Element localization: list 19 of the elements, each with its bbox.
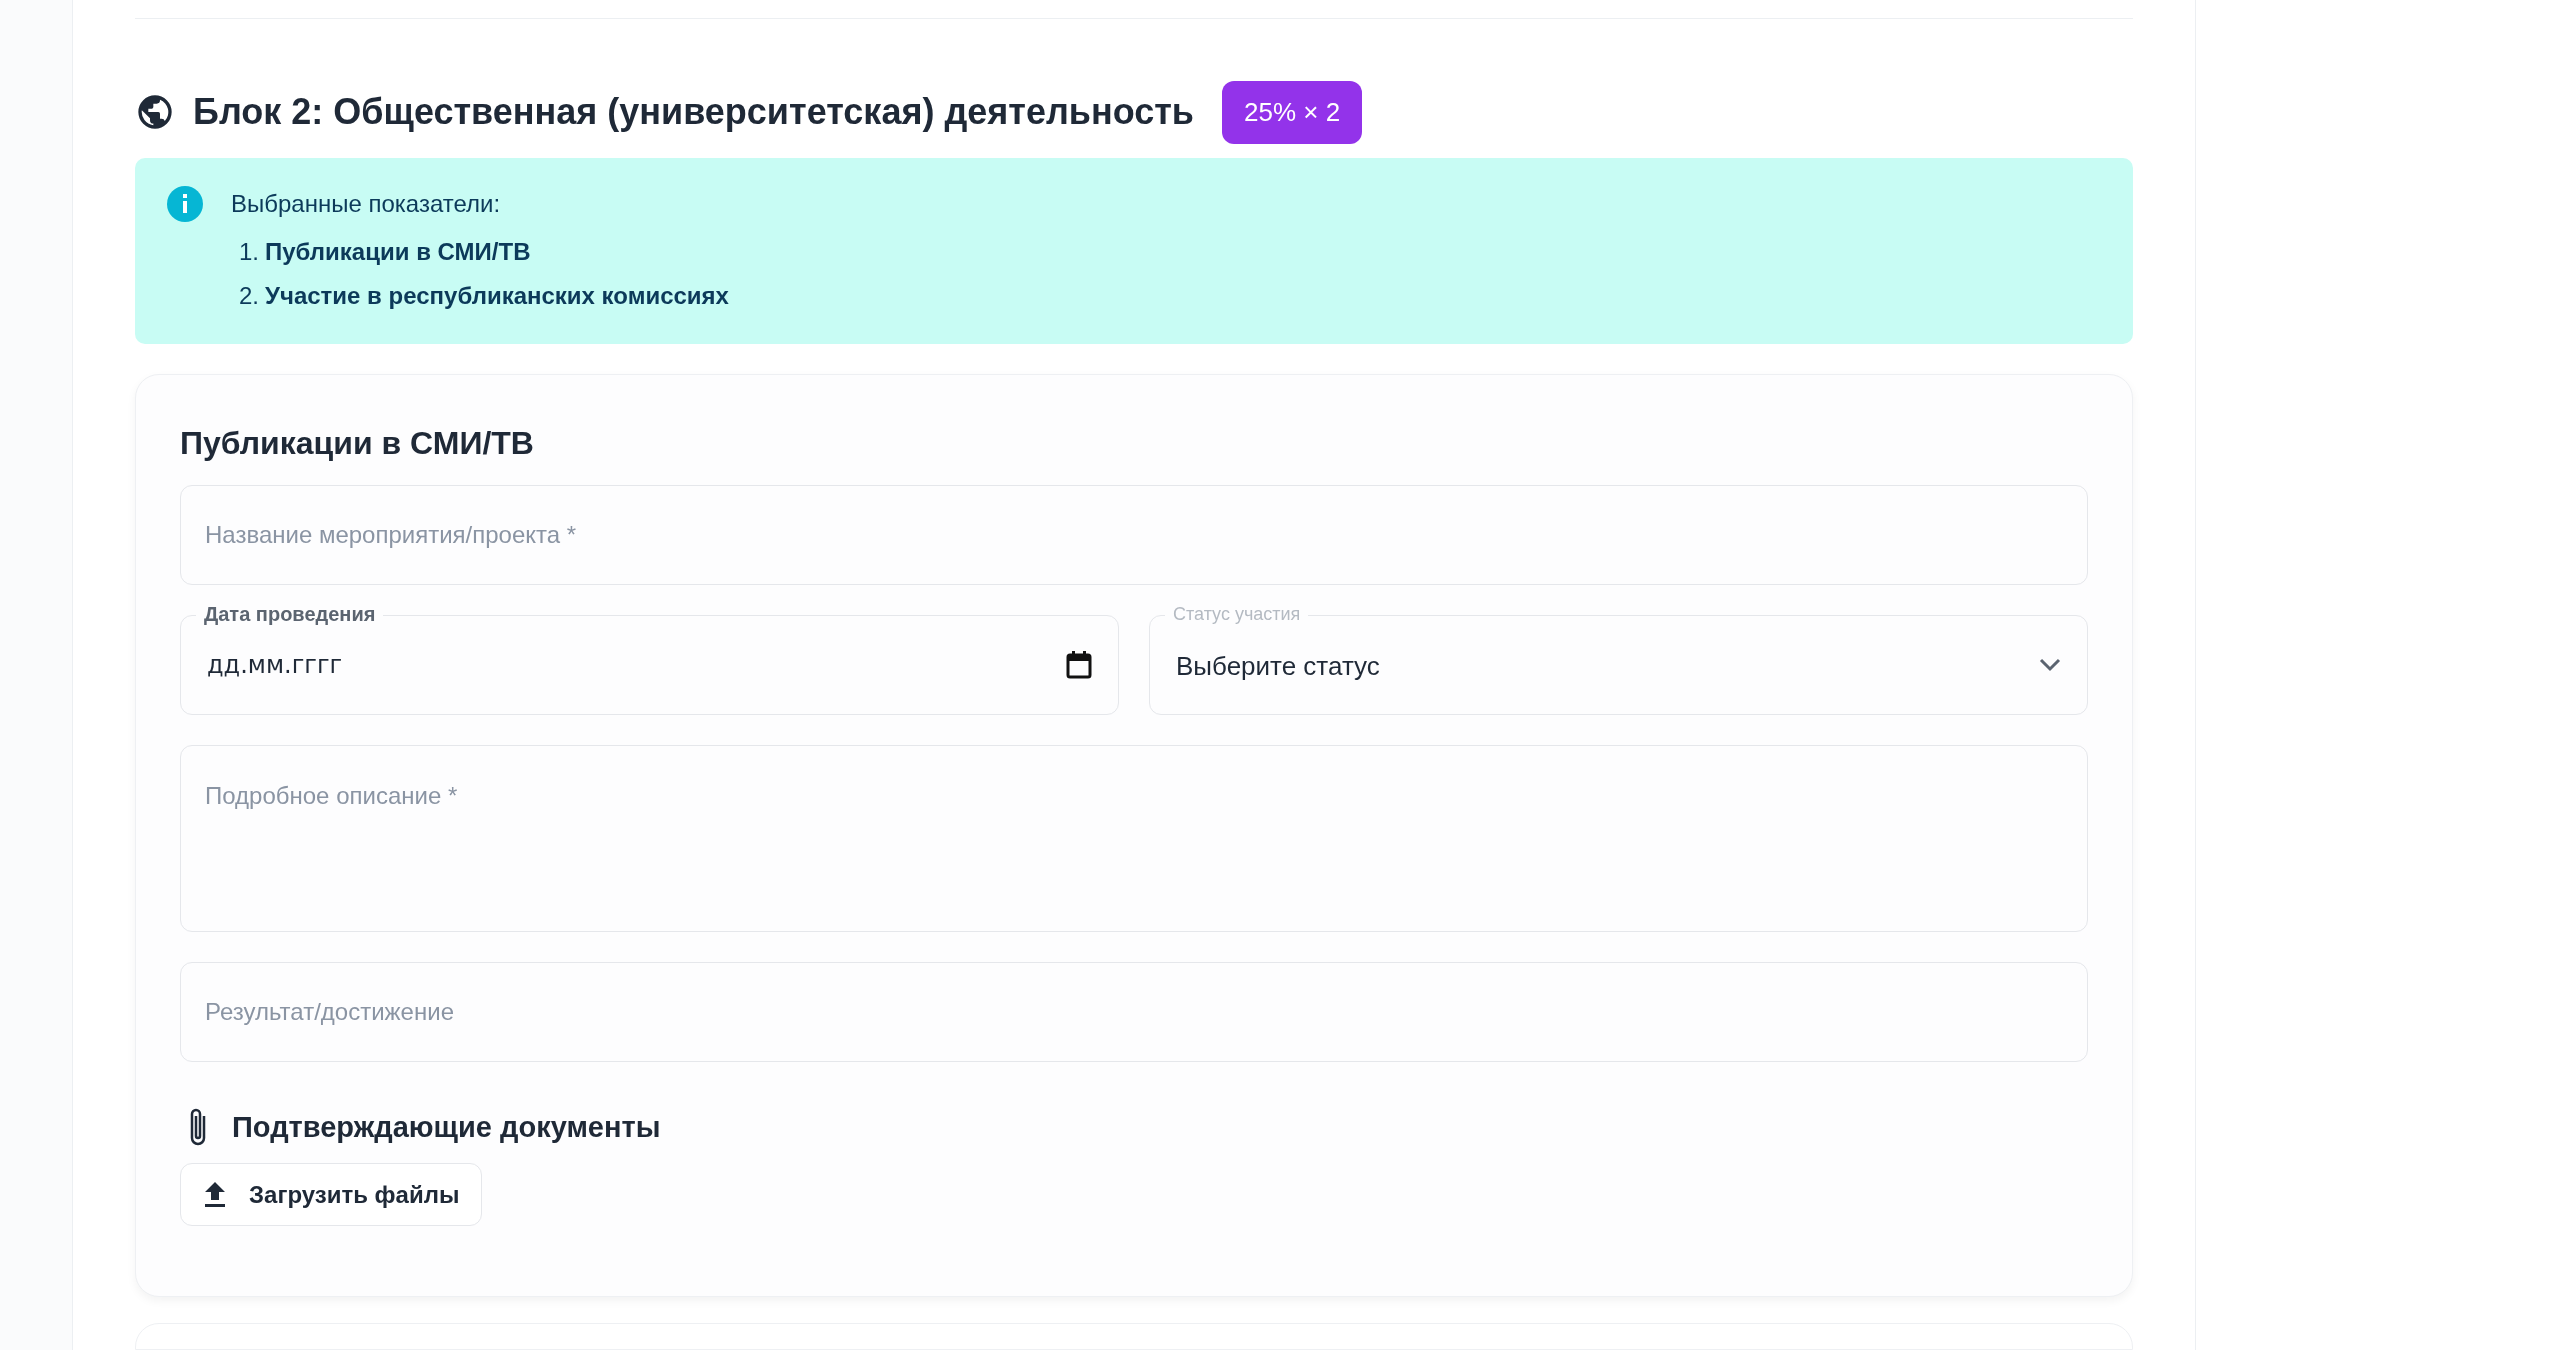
- documents-heading: Подтверждающие документы: [232, 1109, 661, 1145]
- result-field[interactable]: Результат/достижение: [180, 961, 2088, 1062]
- upload-button[interactable]: Загрузить файлы: [180, 1163, 483, 1227]
- weight-badge: 25% × 2: [1221, 80, 1363, 144]
- description-field[interactable]: Подробное описание *: [180, 744, 2088, 932]
- input-field[interactable]: Название мероприятия/проекта *: [180, 484, 2088, 585]
- select-value: Выберите статус: [1176, 650, 1380, 684]
- upload-icon: [203, 1181, 227, 1208]
- form-title: Публикации в СМИ/ТВ: [180, 423, 535, 463]
- info-heading: Выбранные показатели:: [231, 188, 502, 219]
- indicator-text: Участие в республиканских комиссиях: [265, 280, 729, 311]
- block-title: Блок 2: Общественная (университетская) деятельность: [193, 90, 1194, 135]
- calendar-icon[interactable]: [1066, 650, 1092, 679]
- list-number: 2.: [239, 280, 259, 311]
- info-icon: [167, 185, 203, 222]
- date-value: дд.мм.гггг: [207, 649, 343, 681]
- indicator-text: Публикации в СМИ/ТВ: [265, 236, 531, 267]
- list-number: 1.: [239, 236, 259, 267]
- chevron-down-icon: [2039, 657, 2061, 672]
